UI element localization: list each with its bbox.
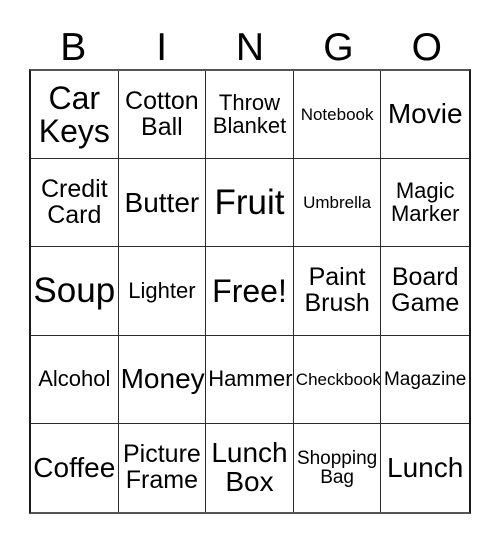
bingo-cell-label: Lunch [387, 451, 464, 483]
bingo-cell[interactable]: Umbrella [293, 159, 382, 248]
bingo-cell[interactable]: Credit Card [31, 159, 119, 248]
bingo-cell-label: Shopping Bag [296, 447, 378, 488]
bingo-cell-label: Throw Blanket [212, 90, 287, 138]
bingo-cell-label: Notebook [300, 104, 374, 124]
bingo-cell[interactable]: Car Keys [31, 71, 119, 160]
bingo-cell-label: Alcohol [38, 365, 111, 391]
bingo-cell[interactable]: Lighter [118, 247, 207, 336]
bingo-cell-label: Cotton Ball [125, 87, 199, 141]
bingo-cell[interactable]: Fruit [206, 159, 294, 248]
bingo-header: B I N G O [29, 14, 471, 69]
bingo-cell-label: Picture Frame [122, 440, 201, 494]
bingo-cell-label: Lighter [128, 277, 196, 303]
bingo-cell[interactable]: Paint Brush [293, 247, 382, 336]
header-letter-n: N [235, 26, 265, 69]
bingo-cell[interactable]: Money [118, 335, 207, 424]
bingo-cell-label: Movie [387, 98, 463, 130]
header-letter-b: B [60, 26, 87, 69]
bingo-cell[interactable]: Picture Frame [118, 423, 207, 512]
header-letter-g: G [323, 26, 354, 69]
bingo-cell-label: Money [120, 362, 205, 394]
bingo-cell[interactable]: Cotton Ball [118, 71, 207, 160]
bingo-cell[interactable]: Butter [118, 159, 207, 248]
bingo-cell-label: Credit Card [40, 175, 108, 229]
bingo-cell-label: Magic Marker [390, 178, 460, 226]
bingo-cell-label: Magazine [383, 368, 467, 390]
bingo-cell[interactable]: Throw Blanket [206, 71, 294, 160]
bingo-cell-label: Paint Brush [304, 263, 370, 317]
bingo-cell[interactable]: Coffee [31, 423, 119, 512]
bingo-cell-label: Hammer [208, 365, 293, 391]
bingo-cell-label: Lunch Box [211, 437, 288, 497]
bingo-cell[interactable]: Movie [381, 71, 469, 160]
bingo-cell-label: Free! [212, 272, 287, 309]
bingo-cell-free-space[interactable]: Free! [206, 247, 294, 336]
bingo-cell[interactable]: Checkbook [293, 335, 382, 424]
bingo-grid: Car Keys Cotton Ball Throw Blanket Notebook… [29, 69, 471, 514]
header-letter-i: I [156, 26, 168, 69]
bingo-cell-label: Fruit [214, 182, 285, 222]
bingo-cell-label: Soup [33, 271, 116, 311]
bingo-cell[interactable]: Shopping Bag [293, 423, 382, 512]
bingo-cell[interactable]: Notebook [293, 71, 382, 160]
bingo-cell[interactable]: Lunch Box [206, 423, 294, 512]
bingo-cell-label: Umbrella [303, 193, 372, 213]
bingo-cell[interactable]: Lunch [381, 423, 469, 512]
bingo-cell[interactable]: Soup [31, 247, 119, 336]
header-letter-o: O [411, 26, 442, 69]
bingo-cell-label: Checkbook [295, 369, 381, 389]
bingo-cell[interactable]: Alcohol [31, 335, 119, 424]
bingo-cell-label: Butter [124, 186, 200, 218]
bingo-cell[interactable]: Magazine [381, 335, 469, 424]
bingo-card: B I N G O Car Keys Cotton Ball Throw Blank… [0, 0, 500, 544]
bingo-cell[interactable]: Magic Marker [381, 159, 469, 248]
bingo-cell[interactable]: Hammer [206, 335, 294, 424]
bingo-cell-label: Coffee [33, 451, 116, 483]
bingo-cell-label: Car Keys [38, 79, 110, 149]
bingo-cell[interactable]: Board Game [381, 247, 469, 336]
bingo-cell-label: Board Game [391, 263, 460, 317]
